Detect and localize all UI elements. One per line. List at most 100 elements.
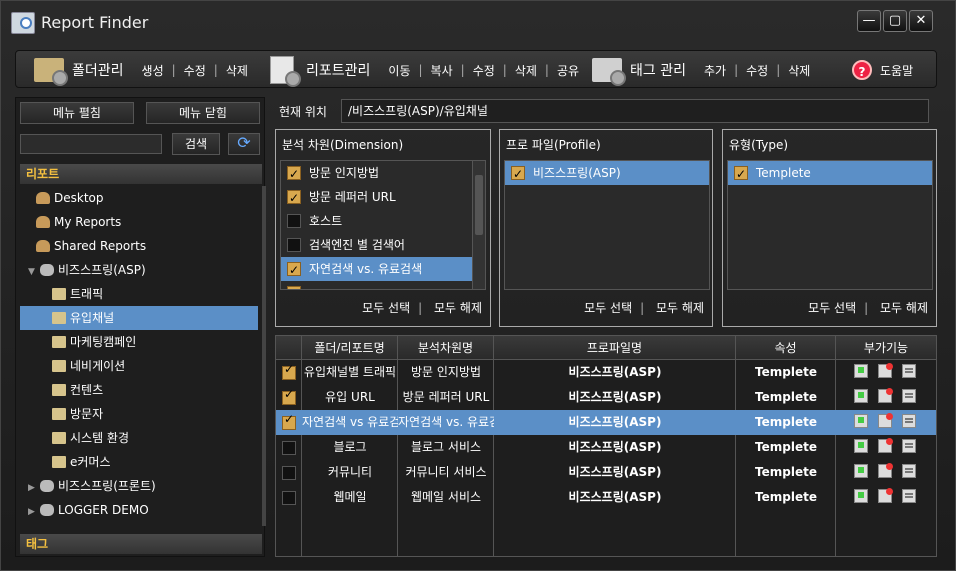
header-check-column[interactable]	[276, 336, 302, 360]
tree-node[interactable]: Shared Reports	[20, 234, 258, 258]
search-input[interactable]	[20, 134, 162, 154]
tree-node[interactable]: 마케팅캠페인	[20, 330, 258, 354]
tree-node[interactable]: ▶ 비즈스프링(프론트)	[20, 474, 258, 498]
header-dimension[interactable]: 분석차원명	[398, 336, 494, 360]
table-row[interactable]: 유입채널별 트래픽 방문 인지방법 비즈스프링(ASP) Templete	[276, 360, 936, 385]
edit-report-icon[interactable]	[902, 389, 916, 403]
collapsed-arrow-icon[interactable]: ▶	[28, 476, 38, 500]
dimension-select-all[interactable]: 모두 선택	[362, 301, 410, 315]
delete-report-icon[interactable]	[878, 363, 893, 378]
tree-node[interactable]: e커머스	[20, 450, 258, 474]
maximize-button[interactable]: ▢	[883, 10, 907, 32]
tree-scrollbar[interactable]	[262, 186, 266, 526]
report-delete-button[interactable]: 삭제	[515, 62, 537, 79]
expand-all-button[interactable]: 메뉴 펼침	[20, 102, 134, 124]
edit-report-icon[interactable]	[902, 414, 916, 428]
report-copy-button[interactable]: 복사	[431, 62, 453, 79]
folder-create-button[interactable]: 생성	[142, 62, 164, 79]
header-addon[interactable]: 부가기능	[836, 336, 936, 360]
row-checkbox[interactable]	[282, 362, 296, 380]
list-item[interactable]: 자연검색 vs. 유료검색	[281, 257, 485, 282]
report-move-button[interactable]: 이동	[388, 62, 410, 79]
refresh-icon[interactable]: ⟳	[228, 133, 260, 155]
edit-report-icon[interactable]	[902, 489, 916, 503]
tag-edit-button[interactable]: 수정	[746, 62, 768, 79]
profile-clear-all[interactable]: 모두 해제	[656, 301, 704, 315]
item-checkbox[interactable]	[287, 258, 301, 282]
table-row[interactable]: 유입 URL 방문 레퍼러 URL 비즈스프링(ASP) Templete	[276, 385, 936, 410]
location-field[interactable]: /비즈스프링(ASP)/유입채널	[341, 99, 929, 123]
header-name[interactable]: 폴더/리포트명	[302, 336, 398, 360]
list-item[interactable]: 비즈스프링(ASP)	[505, 161, 709, 186]
edit-report-icon[interactable]	[902, 464, 916, 478]
item-checkbox[interactable]	[287, 162, 301, 186]
profile-select-all[interactable]: 모두 선택	[584, 301, 632, 315]
help-button[interactable]: ? 도움말	[852, 51, 913, 89]
close-button[interactable]: ✕	[909, 10, 933, 32]
search-button[interactable]: 검색	[172, 133, 220, 155]
dimension-clear-all[interactable]: 모두 해제	[434, 301, 482, 315]
row-checkbox[interactable]	[282, 466, 296, 480]
open-report-icon[interactable]	[854, 489, 868, 503]
tree-node[interactable]: 컨텐츠	[20, 378, 258, 402]
open-report-icon[interactable]	[854, 464, 868, 478]
open-report-icon[interactable]	[854, 439, 868, 453]
list-item[interactable]: 방문 레퍼러 URL	[281, 185, 485, 210]
table-row[interactable]: 커뮤니티 커뮤니티 서비스 비즈스프링(ASP) Templete	[276, 460, 936, 485]
header-profile[interactable]: 프로파일명	[494, 336, 736, 360]
report-share-button[interactable]: 공유	[557, 62, 579, 79]
folder-delete-button[interactable]: 삭제	[226, 62, 248, 79]
table-row[interactable]: 블로그 블로그 서비스 비즈스프링(ASP) Templete	[276, 435, 936, 460]
row-checkbox[interactable]	[282, 441, 296, 455]
open-report-icon[interactable]	[854, 364, 868, 378]
tree-node[interactable]: ▼ 비즈스프링(ASP)	[20, 258, 258, 282]
item-checkbox[interactable]	[287, 238, 301, 252]
list-item[interactable]	[281, 281, 485, 289]
item-checkbox[interactable]	[287, 186, 301, 210]
item-checkbox[interactable]	[287, 282, 301, 289]
tree-node[interactable]: 네비게이션	[20, 354, 258, 378]
row-checkbox[interactable]	[282, 491, 296, 505]
type-select-all[interactable]: 모두 선택	[808, 301, 856, 315]
row-checkbox[interactable]	[282, 412, 296, 430]
tag-section-header[interactable]: 태그	[20, 534, 262, 554]
report-section-header[interactable]: 리포트	[20, 164, 262, 184]
row-checkbox[interactable]	[282, 387, 296, 405]
tree-node[interactable]: 트래픽	[20, 282, 258, 306]
minimize-button[interactable]: —	[857, 10, 881, 32]
delete-report-icon[interactable]	[878, 388, 893, 403]
edit-report-icon[interactable]	[902, 364, 916, 378]
tree-node[interactable]: 유입채널	[20, 306, 258, 330]
item-checkbox[interactable]	[287, 214, 301, 228]
type-clear-all[interactable]: 모두 해제	[880, 301, 928, 315]
tree-node[interactable]: Desktop	[20, 186, 258, 210]
item-checkbox[interactable]	[511, 162, 525, 186]
dimension-scrollbar[interactable]	[472, 161, 485, 289]
list-item[interactable]: 호스트	[281, 209, 485, 233]
table-row[interactable]: 웹메일 웹메일 서비스 비즈스프링(ASP) Templete	[276, 485, 936, 510]
edit-report-icon[interactable]	[902, 439, 916, 453]
delete-report-icon[interactable]	[878, 413, 893, 428]
collapsed-arrow-icon[interactable]: ▶	[28, 500, 38, 524]
delete-report-icon[interactable]	[878, 438, 893, 453]
tag-add-button[interactable]: 추가	[704, 62, 726, 79]
delete-report-icon[interactable]	[878, 488, 893, 503]
header-attribute[interactable]: 속성	[736, 336, 836, 360]
expanded-arrow-icon[interactable]: ▼	[28, 260, 38, 284]
item-checkbox[interactable]	[734, 162, 748, 186]
folder-edit-button[interactable]: 수정	[184, 62, 206, 79]
tag-delete-button[interactable]: 삭제	[788, 62, 810, 79]
collapse-all-button[interactable]: 메뉴 닫힘	[146, 102, 260, 124]
open-report-icon[interactable]	[854, 414, 868, 428]
table-row[interactable]: 자연검색 vs 유료검색자연검색 vs. 유료검색 비즈스프링(ASP) Templ…	[276, 410, 936, 435]
delete-report-icon[interactable]	[878, 463, 893, 478]
list-item[interactable]: 검색엔진 별 검색어	[281, 233, 485, 257]
tree-node[interactable]: 시스템 환경	[20, 426, 258, 450]
tree-node[interactable]: 방문자	[20, 402, 258, 426]
tree-node[interactable]: My Reports	[20, 210, 258, 234]
list-item[interactable]: 방문 인지방법	[281, 161, 485, 186]
list-item[interactable]: Templete	[728, 161, 932, 186]
open-report-icon[interactable]	[854, 389, 868, 403]
tree-node[interactable]: ▶ LOGGER DEMO	[20, 498, 258, 522]
report-edit-button[interactable]: 수정	[473, 62, 495, 79]
